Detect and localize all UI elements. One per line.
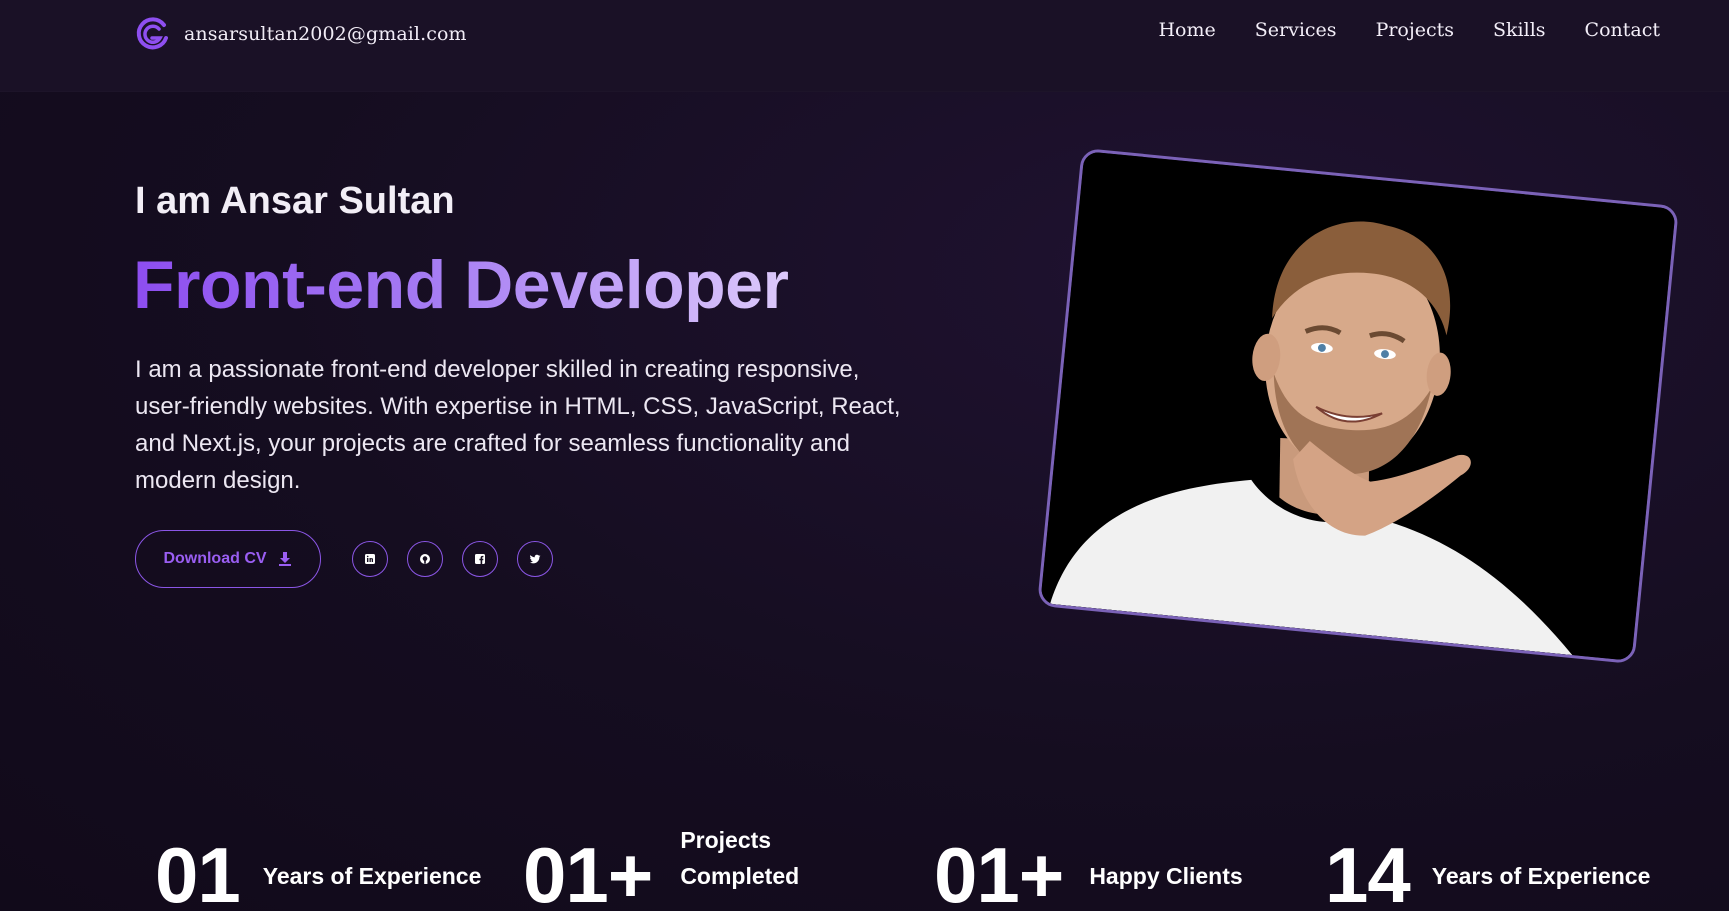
stat-label: Happy Clients	[1089, 863, 1243, 889]
stat-item: 14 Years of Experience	[1325, 836, 1650, 911]
main-nav: Home Services Projects Skills Contact	[1158, 19, 1660, 41]
download-cv-label: Download CV	[163, 550, 267, 567]
download-icon	[278, 552, 291, 566]
linkedin-link[interactable]	[352, 541, 388, 577]
twitter-link[interactable]	[517, 541, 553, 577]
stat-label: Years of Experience	[1431, 863, 1651, 889]
nav-skills[interactable]: Skills	[1493, 19, 1546, 41]
profile-photo-frame	[1036, 147, 1680, 665]
stat-label: Projects Completed	[680, 827, 800, 889]
hero-bio: I am a passionate front-end developer sk…	[135, 356, 901, 494]
github-icon	[420, 554, 430, 564]
nav-home[interactable]: Home	[1158, 19, 1215, 41]
facebook-icon	[475, 554, 485, 564]
nav-projects[interactable]: Projects	[1376, 19, 1454, 41]
hero-role: Front-end Developer	[133, 247, 789, 323]
stat-item: 01+ Projects Completed	[523, 827, 830, 911]
site-header: ansarsultan2002@gmail.com Home Services …	[0, 0, 1729, 92]
contact-email[interactable]: ansarsultan2002@gmail.com	[184, 23, 467, 45]
facebook-link[interactable]	[462, 541, 498, 577]
twitter-icon	[529, 554, 541, 564]
logo-icon	[136, 17, 168, 50]
stat-number: 01+	[934, 831, 1064, 911]
stat-number: 14	[1325, 831, 1411, 911]
stat-item: 01+ Happy Clients	[934, 836, 1243, 911]
download-cv-button[interactable]: Download CV	[135, 530, 321, 588]
stats-section: 01 Years of Experience 01+ Projects Comp…	[0, 827, 1729, 911]
nav-services[interactable]: Services	[1255, 19, 1337, 41]
hero-greeting: I am Ansar Sultan	[135, 180, 455, 222]
github-link[interactable]	[407, 541, 443, 577]
stat-item: 01 Years of Experience	[155, 836, 481, 911]
stat-label: Years of Experience	[262, 863, 482, 889]
social-links	[352, 541, 553, 577]
brand[interactable]: ansarsultan2002@gmail.com	[134, 16, 467, 52]
profile-photo	[1040, 151, 1676, 661]
linkedin-icon	[365, 554, 375, 564]
nav-contact[interactable]: Contact	[1585, 19, 1660, 41]
stat-number: 01+	[523, 831, 653, 911]
stat-number: 01	[155, 831, 241, 911]
